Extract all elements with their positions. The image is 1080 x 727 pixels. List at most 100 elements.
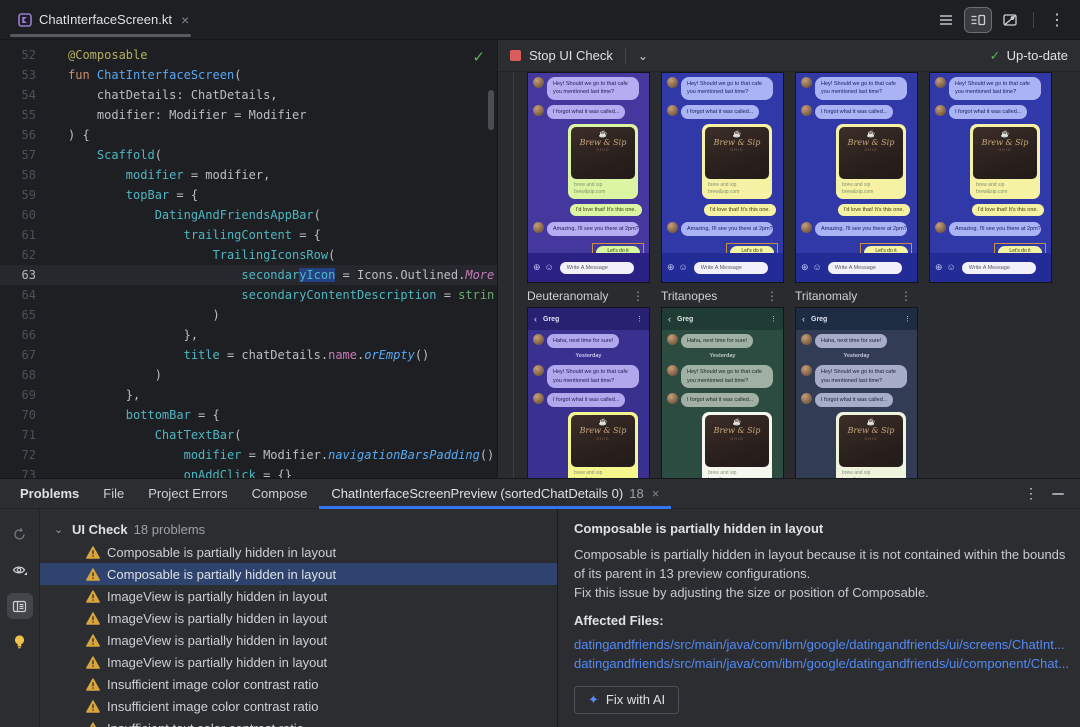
tab-chatinterfacescreen[interactable]: ChatInterfaceScreen.kt × bbox=[8, 0, 199, 39]
code-line-53[interactable]: 53 fun ChatInterfaceScreen( bbox=[0, 65, 497, 85]
tab-file[interactable]: File bbox=[91, 479, 136, 509]
preview-eye-icon[interactable] bbox=[7, 557, 33, 583]
preview-phone-row2-3[interactable]: ‹ Greg ⋮ Haha, next time for sure! Yesterday… bbox=[795, 307, 918, 478]
preview-phone-row1-1[interactable]: Hey! Should we go to that cafe you menti… bbox=[527, 72, 650, 283]
lightbulb-icon[interactable] bbox=[7, 629, 33, 655]
problem-row[interactable]: ImageView is partially hidden in layout bbox=[40, 629, 557, 651]
back-icon[interactable]: ‹ bbox=[668, 314, 671, 324]
details-view-icon[interactable] bbox=[6, 593, 33, 619]
line-number[interactable]: 73 bbox=[0, 465, 50, 478]
code-line-55[interactable]: 55 modifier: Modifier = Modifier bbox=[0, 105, 497, 125]
tab-project-errors[interactable]: Project Errors bbox=[136, 479, 239, 509]
code-line-66[interactable]: 66 }, bbox=[0, 325, 497, 345]
line-number[interactable]: 56 bbox=[0, 125, 50, 145]
tab-chatinterfacescreenpreview[interactable]: ChatInterfaceScreenPreview (sortedChatDe… bbox=[319, 479, 672, 509]
code-line-60[interactable]: 60 DatingAndFriendsAppBar( bbox=[0, 205, 497, 225]
kebab-icon[interactable]: ⋮ bbox=[766, 289, 784, 303]
preview-phone-row2-1[interactable]: ‹ Greg ⋮ Haha, next time for sure! Yesterday… bbox=[527, 307, 650, 478]
inspection-ok-icon[interactable]: ✓ bbox=[472, 48, 485, 66]
editor-scrollbar[interactable] bbox=[488, 90, 494, 130]
panel-options-icon[interactable]: ⋮ bbox=[1024, 485, 1038, 502]
code-line-61[interactable]: 61 trailingContent = { bbox=[0, 225, 497, 245]
problem-row[interactable]: ImageView is partially hidden in layout bbox=[40, 585, 557, 607]
tab-compose[interactable]: Compose bbox=[240, 479, 320, 509]
problem-row[interactable]: ImageView is partially hidden in layout bbox=[40, 651, 557, 673]
problems-group-header[interactable]: ⌄ UI Check 18 problems bbox=[40, 517, 557, 541]
tab-close-icon[interactable]: × bbox=[181, 12, 189, 28]
code-line-54[interactable]: 54 chatDetails: ChatDetails, bbox=[0, 85, 497, 105]
code-line-72[interactable]: 72 modifier = Modifier.navigationBarsPad… bbox=[0, 445, 497, 465]
more-options-icon[interactable]: ⋮ bbox=[1044, 8, 1070, 32]
line-number[interactable]: 66 bbox=[0, 325, 50, 345]
code-line-52[interactable]: 52 @Composable bbox=[0, 45, 497, 65]
preview-phone-row1-4[interactable]: Hey! Should we go to that cafe you menti… bbox=[929, 72, 1052, 283]
code-line-70[interactable]: 70 bottomBar = { bbox=[0, 405, 497, 425]
code-line-65[interactable]: 65 ) bbox=[0, 305, 497, 325]
line-number[interactable]: 70 bbox=[0, 405, 50, 425]
preview-phone-row1-3[interactable]: Hey! Should we go to that cafe you menti… bbox=[795, 72, 918, 283]
problem-row[interactable]: Insufficient text color contrast ratio bbox=[40, 717, 557, 727]
code-line-58[interactable]: 58 modifier = modifier, bbox=[0, 165, 497, 185]
kebab-icon[interactable]: ⋮ bbox=[900, 289, 918, 303]
affected-file-link-2[interactable]: datingandfriends/src/main/java/com/ibm/g… bbox=[574, 654, 1070, 674]
code-line-56[interactable]: 56) { bbox=[0, 125, 497, 145]
refresh-icon[interactable] bbox=[7, 521, 33, 547]
line-number[interactable]: 69 bbox=[0, 385, 50, 405]
code-line-64[interactable]: 64 secondaryContentDescription = strin bbox=[0, 285, 497, 305]
code-view-icon[interactable] bbox=[933, 8, 959, 32]
kebab-icon[interactable]: ⋮ bbox=[636, 315, 643, 323]
problem-row[interactable]: Insufficient image color contrast ratio bbox=[40, 695, 557, 717]
line-number[interactable]: 53 bbox=[0, 65, 50, 85]
line-number[interactable]: 63 bbox=[0, 265, 50, 285]
back-icon[interactable]: ‹ bbox=[802, 314, 805, 324]
code-line-73[interactable]: 73 onAddClick = {} bbox=[0, 465, 497, 478]
line-number[interactable]: 57 bbox=[0, 145, 50, 165]
minimize-icon[interactable] bbox=[1052, 492, 1064, 495]
affected-file-link-1[interactable]: datingandfriends/src/main/java/com/ibm/g… bbox=[574, 635, 1070, 655]
tab-problems[interactable]: Problems bbox=[8, 479, 91, 509]
kebab-icon[interactable]: ⋮ bbox=[904, 315, 911, 323]
preview-phone-row1-2[interactable]: Hey! Should we go to that cafe you menti… bbox=[661, 72, 784, 283]
line-number[interactable]: 71 bbox=[0, 425, 50, 445]
code-line-62[interactable]: 62 TrailingIconsRow( bbox=[0, 245, 497, 265]
line-number[interactable]: 52 bbox=[0, 45, 50, 65]
kebab-icon[interactable]: ⋮ bbox=[632, 289, 650, 303]
preview-phone-row2-2[interactable]: ‹ Greg ⋮ Haha, next time for sure! Yesterday… bbox=[661, 307, 784, 478]
fix-with-ai-button[interactable]: ✦ Fix with AI bbox=[574, 685, 680, 714]
chevron-down-icon[interactable]: ⌄ bbox=[634, 49, 652, 63]
problem-row[interactable]: Composable is partially hidden in layout bbox=[40, 563, 557, 585]
chevron-down-icon[interactable]: ⌄ bbox=[54, 523, 66, 536]
message-input-bar: ⊕ ☺ Write A Message bbox=[796, 253, 917, 282]
preview-canvas[interactable]: Hey! Should we go to that cafe you menti… bbox=[498, 72, 1080, 478]
code-line-59[interactable]: 59 topBar = { bbox=[0, 185, 497, 205]
design-view-off-icon[interactable] bbox=[997, 8, 1023, 32]
line-number[interactable]: 62 bbox=[0, 245, 50, 265]
code-line-68[interactable]: 68 ) bbox=[0, 365, 497, 385]
line-number[interactable]: 54 bbox=[0, 85, 50, 105]
line-number[interactable]: 64 bbox=[0, 285, 50, 305]
problem-row[interactable]: Composable is partially hidden in layout bbox=[40, 541, 557, 563]
line-number[interactable]: 58 bbox=[0, 165, 50, 185]
problem-row[interactable]: ImageView is partially hidden in layout bbox=[40, 607, 557, 629]
line-number[interactable]: 65 bbox=[0, 305, 50, 325]
line-number[interactable]: 60 bbox=[0, 205, 50, 225]
back-icon[interactable]: ‹ bbox=[534, 314, 537, 324]
stop-ui-check-button[interactable]: Stop UI Check bbox=[510, 48, 613, 63]
code-line-69[interactable]: 69 }, bbox=[0, 385, 497, 405]
code-line-57[interactable]: 57 Scaffold( bbox=[0, 145, 497, 165]
line-number[interactable]: 55 bbox=[0, 105, 50, 125]
code-editor[interactable]: 52 @Composable 53 fun ChatInterfaceScreen(5… bbox=[0, 40, 497, 478]
code-line-71[interactable]: 71 ChatTextBar( bbox=[0, 425, 497, 445]
line-number[interactable]: 61 bbox=[0, 225, 50, 245]
line-number[interactable]: 68 bbox=[0, 365, 50, 385]
tab-close-icon[interactable]: × bbox=[652, 486, 660, 501]
kebab-icon[interactable]: ⋮ bbox=[770, 315, 777, 323]
problem-row[interactable]: Insufficient image color contrast ratio bbox=[40, 673, 557, 695]
line-number[interactable]: 67 bbox=[0, 345, 50, 365]
split-view-icon[interactable] bbox=[964, 6, 992, 33]
code-line-67[interactable]: 67 title = chatDetails.name.orEmpty() bbox=[0, 345, 497, 365]
code-line-63[interactable]: 63 secondaryIcon = Icons.Outlined.More bbox=[0, 265, 497, 285]
warning-icon bbox=[86, 677, 100, 691]
line-number[interactable]: 72 bbox=[0, 445, 50, 465]
line-number[interactable]: 59 bbox=[0, 185, 50, 205]
